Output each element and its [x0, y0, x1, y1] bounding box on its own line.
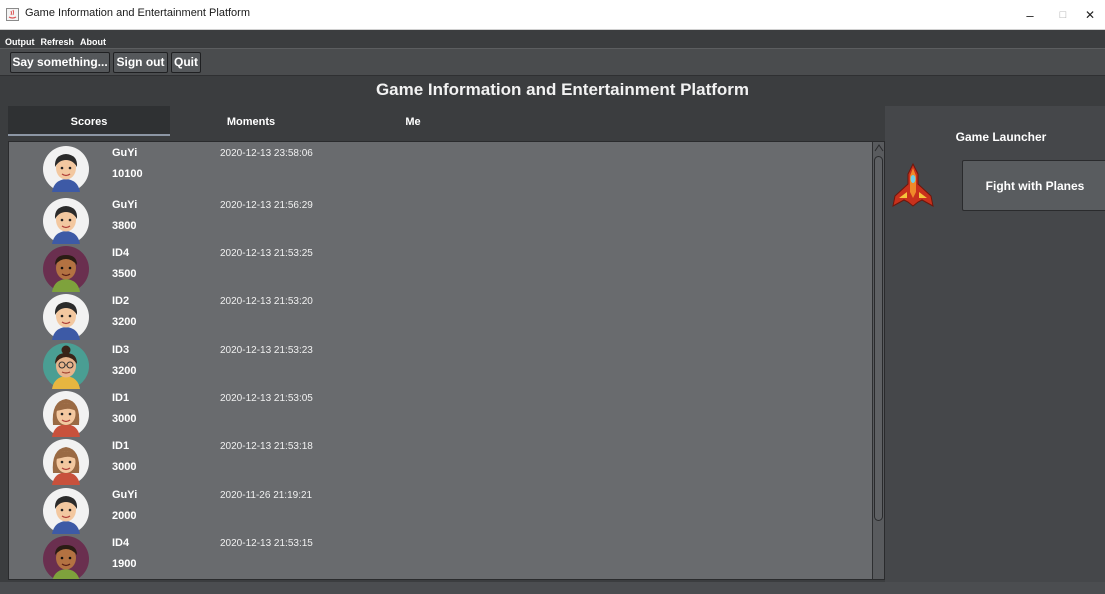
- score-row[interactable]: ID1 3000 2020-12-13 21:53:05: [9, 387, 871, 437]
- player-score: 1900: [112, 558, 137, 570]
- avatar-glasses-girl-icon: [43, 343, 89, 389]
- score-timestamp: 2020-12-13 21:53:25: [220, 248, 313, 259]
- score-row[interactable]: ID3 3200 2020-12-13 21:53:23: [9, 339, 871, 389]
- avatar-dark-boy-icon: [43, 246, 89, 292]
- score-row[interactable]: ID2 3200 2020-12-13 21:53:20: [9, 290, 871, 340]
- scores-list[interactable]: ID4 1900 2020-12-13 21:53:15 GuYi 2000 2020-1…: [8, 141, 885, 580]
- player-name: ID2: [112, 295, 130, 307]
- player-score: 3200: [112, 316, 137, 328]
- score-timestamp: 2020-12-13 23:58:06: [220, 148, 313, 159]
- avatar-boy-icon: [43, 488, 89, 534]
- java-app-icon: [6, 8, 19, 21]
- launcher-title: Game Launcher: [955, 130, 1047, 144]
- plane-icon[interactable]: [891, 162, 935, 208]
- toolbar: Say something... Sign out Quit: [0, 48, 1105, 76]
- player-score: 3500: [112, 268, 137, 280]
- avatar-dark-boy-icon: [43, 536, 89, 579]
- tab-me[interactable]: Me: [332, 106, 494, 136]
- score-timestamp: 2020-12-13 21:56:29: [220, 200, 313, 211]
- sign-out-button[interactable]: Sign out: [113, 52, 168, 73]
- player-name: GuYi: [112, 147, 138, 159]
- close-button[interactable]: ✕: [1073, 0, 1105, 30]
- window-title: Game Information and Entertainment Platf…: [25, 7, 250, 19]
- tab-scores[interactable]: Scores: [8, 106, 170, 136]
- player-name: GuYi: [112, 489, 138, 501]
- score-timestamp: 2020-12-13 21:53:18: [220, 441, 313, 452]
- window-titlebar: Game Information and Entertainment Platf…: [0, 0, 1105, 30]
- score-timestamp: 2020-11-26 21:19:21: [220, 490, 313, 501]
- player-score: 3000: [112, 413, 137, 425]
- score-row[interactable]: GuYi 2000 2020-11-26 21:19:21: [9, 484, 871, 534]
- page-title: Game Information and Entertainment Platf…: [375, 80, 750, 99]
- score-row[interactable]: GuYi 10100 2020-12-13 23:58:06: [9, 142, 871, 192]
- scroll-up-arrow-icon[interactable]: [874, 143, 884, 153]
- score-row[interactable]: GuYi 3800 2020-12-13 21:56:29: [9, 194, 871, 244]
- avatar-boy-icon: [43, 198, 89, 244]
- avatar-girl-icon: [43, 391, 89, 437]
- tab-moments[interactable]: Moments: [170, 106, 332, 136]
- player-name: ID4: [112, 247, 130, 259]
- player-score: 10100: [112, 168, 143, 180]
- score-timestamp: 2020-12-13 21:53:15: [220, 538, 313, 549]
- score-row[interactable]: ID4 1900 2020-12-13 21:53:15: [9, 532, 871, 579]
- player-score: 3800: [112, 220, 137, 232]
- player-name: ID4: [112, 537, 130, 549]
- tab-bar: Scores Moments Me: [8, 106, 884, 136]
- player-score: 3200: [112, 365, 137, 377]
- menu-bar: Output Refresh About: [0, 30, 1105, 47]
- score-row[interactable]: ID4 3500 2020-12-13 21:53:25: [9, 242, 871, 292]
- status-bar: [0, 582, 1105, 594]
- say-something-button[interactable]: Say something...: [10, 52, 110, 73]
- player-name: GuYi: [112, 199, 138, 211]
- fight-with-planes-button[interactable]: Fight with Planes: [962, 160, 1105, 211]
- player-name: ID1: [112, 392, 130, 404]
- minimize-button[interactable]: –: [1013, 0, 1047, 30]
- quit-button[interactable]: Quit: [171, 52, 201, 73]
- avatar-girl-icon: [43, 439, 89, 485]
- player-name: ID1: [112, 440, 130, 452]
- scrollbar-thumb[interactable]: [874, 156, 883, 521]
- score-timestamp: 2020-12-13 21:53:23: [220, 345, 313, 356]
- score-timestamp: 2020-12-13 21:53:20: [220, 296, 313, 307]
- score-row[interactable]: ID1 3000 2020-12-13 21:53:18: [9, 435, 871, 485]
- avatar-boy-icon: [43, 146, 89, 192]
- player-score: 2000: [112, 510, 137, 522]
- avatar-boy-icon: [43, 294, 89, 340]
- scores-scrollbar[interactable]: [872, 142, 884, 579]
- score-timestamp: 2020-12-13 21:53:05: [220, 393, 313, 404]
- player-name: ID3: [112, 344, 130, 356]
- player-score: 3000: [112, 461, 137, 473]
